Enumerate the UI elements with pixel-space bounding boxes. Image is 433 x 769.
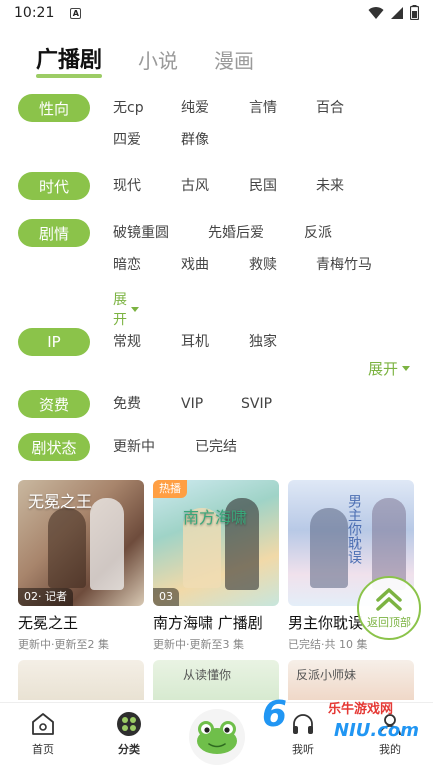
filter-category-xingxiang[interactable]: 性向 <box>18 94 90 122</box>
filter-option[interactable]: 破镜重圆 <box>113 219 169 247</box>
filter-option[interactable]: 先婚后爱 <box>208 219 264 247</box>
hot-badge: 热播 <box>153 480 187 498</box>
drama-card[interactable]: 南方海啸 热播 03 南方海啸 广播剧 更新中·更新至3 集 <box>153 480 279 652</box>
episode-badge: 03 <box>153 588 179 606</box>
category-icon <box>117 712 141 736</box>
cover-title-art: 男主你耽误 <box>346 494 362 564</box>
home-icon <box>32 713 54 735</box>
frog-icon <box>197 721 237 754</box>
drama-title[interactable]: 无冕之王 <box>18 612 144 633</box>
watermark-domain: NIU.com <box>334 720 420 741</box>
caret-down-icon <box>131 306 139 312</box>
nav-label: 分类 <box>118 743 140 756</box>
cover-title-art: 反派小师妹 <box>296 668 357 682</box>
filter-option[interactable]: 群像 <box>181 126 209 154</box>
filter-option[interactable]: 未来 <box>316 172 344 200</box>
filter-option[interactable]: 免费 <box>113 390 141 418</box>
cover-figure <box>90 498 124 590</box>
filter-category-juqing[interactable]: 剧情 <box>18 219 90 247</box>
tab-guangboju[interactable]: 广播剧 <box>36 42 103 78</box>
filter-option[interactable]: 青梅竹马 <box>316 251 372 279</box>
nav-label: 首页 <box>32 743 54 756</box>
filter-category-juzhuangtai[interactable]: 剧状态 <box>18 433 90 461</box>
drama-cover[interactable]: 南方海啸 热播 03 <box>153 480 279 606</box>
cover-figure <box>48 508 86 588</box>
filter-row-shidai: 时代 <box>18 172 90 200</box>
watermark-logo-number: 6 <box>262 694 288 735</box>
cover-title-art: 南方海啸 <box>183 508 248 527</box>
filter-option[interactable]: 暗恋 <box>113 251 141 279</box>
drama-card[interactable]: 无冕之王 02· 记者 无冕之王 更新中·更新至2 集 <box>18 480 144 652</box>
cover-title-art: 从读懂你 <box>183 668 232 682</box>
expand-label: 展开 <box>113 292 127 328</box>
tab-xiaoshuo[interactable]: 小说 <box>138 45 178 74</box>
expand-label: 展开 <box>368 360 399 378</box>
filter-option[interactable]: VIP <box>181 390 203 418</box>
filter-category-ip[interactable]: IP <box>18 328 90 356</box>
filter-option[interactable]: 常规 <box>113 328 141 356</box>
filter-row-zifei: 资费 <box>18 390 90 418</box>
notification-a-icon: A <box>70 7 82 19</box>
filter-category-shidai[interactable]: 时代 <box>18 172 90 200</box>
filter-row-ip: IP <box>18 328 90 356</box>
filter-option[interactable]: 言情 <box>249 94 277 122</box>
filter-row-xingxiang: 性向 <box>18 94 90 122</box>
signal-icon <box>391 6 403 19</box>
filter-option[interactable]: 戏曲 <box>181 251 209 279</box>
wifi-icon <box>368 6 384 19</box>
filter-option[interactable]: 独家 <box>249 328 277 356</box>
drama-cover[interactable] <box>18 660 144 700</box>
back-to-top-button[interactable]: 返回顶部 <box>357 576 421 640</box>
filter-option[interactable]: 已完结 <box>195 433 237 461</box>
episode-badge: 02· 记者 <box>18 588 73 606</box>
nav-home[interactable]: 首页 <box>13 711 73 757</box>
cover-figure <box>310 508 348 588</box>
filter-option[interactable]: 无cp <box>113 94 144 122</box>
filter-option[interactable]: 更新中 <box>113 433 155 461</box>
filter-option[interactable]: 反派 <box>304 219 332 247</box>
ip-expand-button[interactable]: 展开 <box>368 358 411 379</box>
filter-row-juqing: 剧情 <box>18 219 90 247</box>
content-type-tabs: 广播剧 小说 漫画 <box>36 42 254 78</box>
drama-cover[interactable]: 无冕之王 02· 记者 <box>18 480 144 606</box>
watermark-brand: 乐牛游戏网 <box>328 702 394 717</box>
drama-title[interactable]: 南方海啸 广播剧 <box>153 612 279 633</box>
cover-title-art: 无冕之王 <box>28 492 93 511</box>
battery-icon <box>410 5 419 20</box>
status-icons <box>368 5 419 20</box>
filter-option[interactable]: 百合 <box>316 94 344 122</box>
nav-category[interactable]: 分类 <box>99 711 159 757</box>
filter-option[interactable]: SVIP <box>241 390 272 418</box>
tab-manhua[interactable]: 漫画 <box>214 45 254 74</box>
site-watermark: 6 乐牛游戏网 NIU.com <box>262 690 422 750</box>
double-chevron-up-icon <box>376 588 402 611</box>
status-time: 10:21 <box>14 5 55 21</box>
status-bar: 10:21 A <box>0 0 433 26</box>
filter-option[interactable]: 耳机 <box>181 328 209 356</box>
filter-option[interactable]: 四爱 <box>113 126 141 154</box>
filter-option[interactable]: 现代 <box>113 172 141 200</box>
filter-option[interactable]: 救赎 <box>249 251 277 279</box>
filter-option[interactable]: 古风 <box>181 172 209 200</box>
juqing-expand-button[interactable]: 展开 <box>113 289 139 329</box>
filter-category-zifei[interactable]: 资费 <box>18 390 90 418</box>
back-to-top-label: 返回顶部 <box>367 616 411 629</box>
caret-down-icon <box>402 366 411 371</box>
filter-option[interactable]: 纯爱 <box>181 94 209 122</box>
drama-status: 更新中·更新至3 集 <box>153 638 244 651</box>
drama-cover[interactable]: 从读懂你 <box>153 660 279 700</box>
filter-row-juzhuangtai: 剧状态 <box>18 433 90 461</box>
filter-option[interactable]: 民国 <box>249 172 277 200</box>
drama-status: 更新中·更新至2 集 <box>18 638 109 651</box>
nav-frog-center[interactable] <box>189 709 245 765</box>
